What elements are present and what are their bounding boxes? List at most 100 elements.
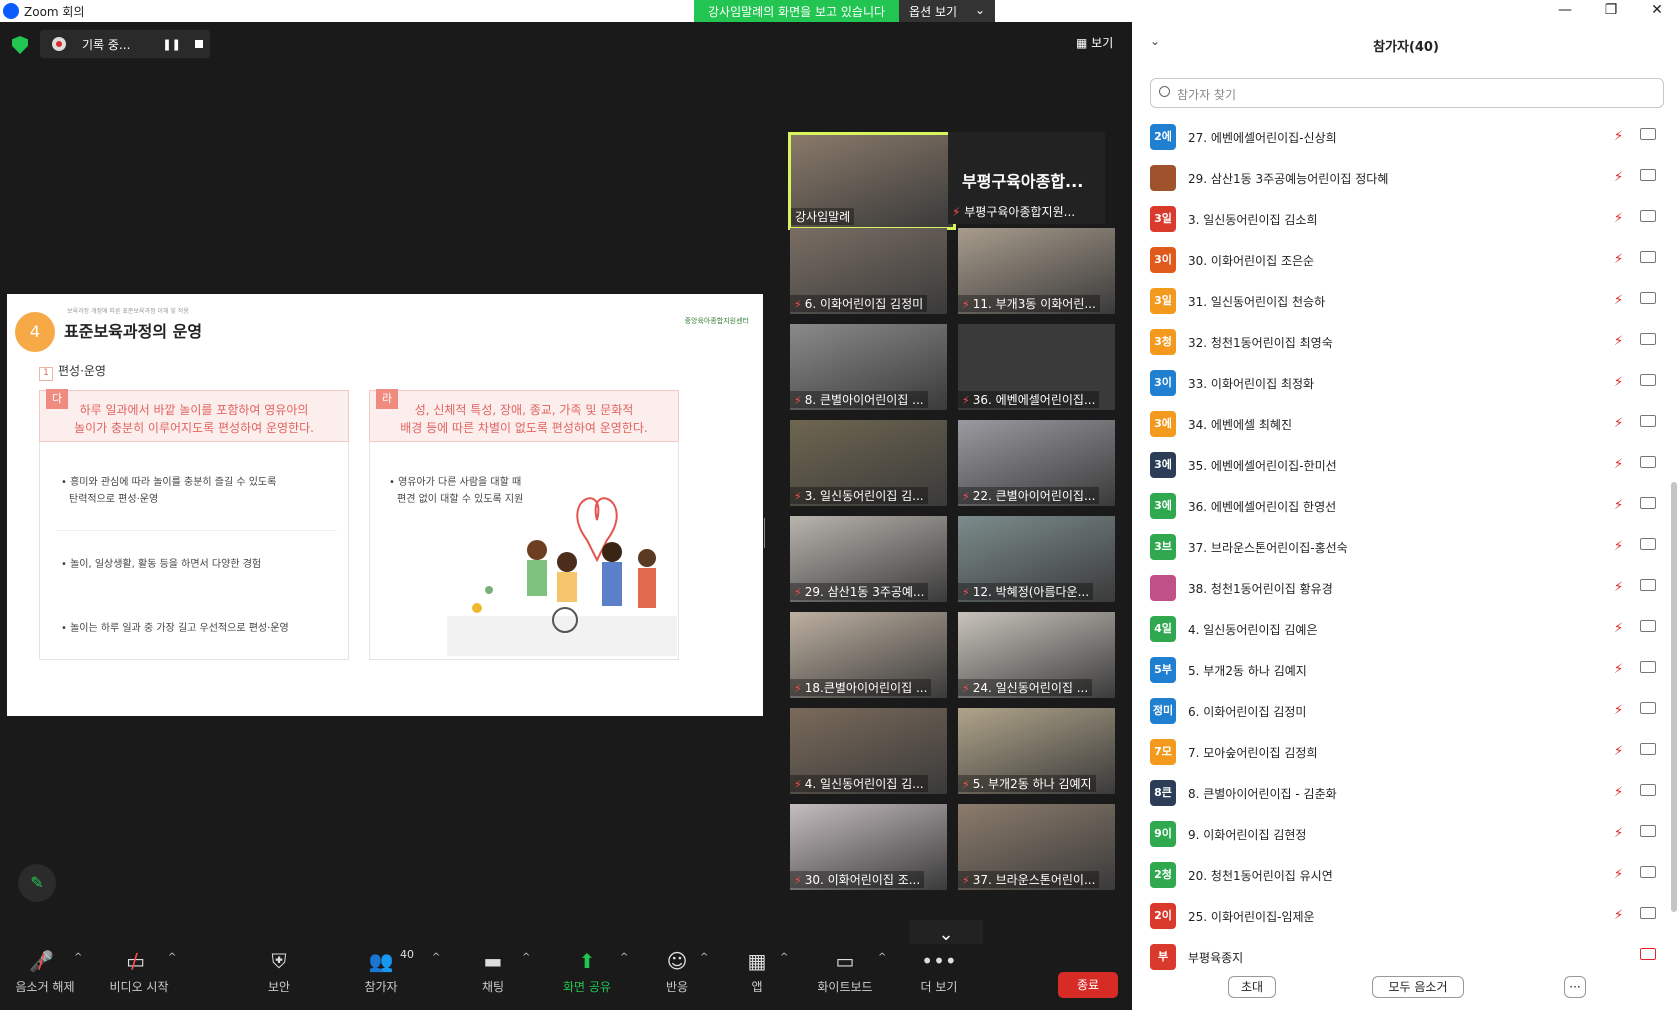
reactions-button[interactable]: ☺ 반응 [632, 944, 722, 995]
stop-recording-icon[interactable] [194, 40, 203, 48]
video-tile[interactable]: ⚡ 37. 브라운스톤어린이... [958, 804, 1115, 890]
avatar: 3브 [1150, 534, 1176, 560]
video-tile[interactable]: ⚡ 29. 삼산1동 3주공예... [790, 516, 947, 602]
video-tile[interactable]: 강사임말례 [788, 132, 956, 230]
participant-row[interactable]: 정미 6. 이화어린이집 김정미 ⚡ [1150, 690, 1660, 731]
tile-name-text: 29. 삼산1동 3주공예... [804, 585, 925, 599]
camera-icon [1640, 210, 1656, 222]
participant-search-input[interactable]: 참가자 찾기 [1150, 78, 1664, 108]
video-tile[interactable]: ⚡ 30. 이화어린이집 조... [790, 804, 947, 890]
invite-button[interactable]: 초대 [1228, 976, 1276, 998]
video-tile-name-only[interactable]: 부평구육아종합... ⚡ 부평구육아종합지원... [948, 132, 1105, 224]
mic-muted-icon: ⚡ [1614, 703, 1624, 718]
participant-row[interactable]: 3에 34. 에벤에셀 최혜진 ⚡ [1150, 403, 1660, 444]
more-button[interactable]: ••• 더 보기 [894, 944, 984, 995]
subheading-number: 1 [39, 367, 53, 381]
video-tile[interactable]: ⚡ 18.큰별아이어린이집 ... [790, 612, 947, 698]
tile-name-text: 18.큰별아이어린이집 ... [804, 681, 928, 695]
encryption-shield-icon[interactable] [12, 36, 28, 54]
participant-row[interactable]: 38. 청천1동어린이집 황유경 ⚡ [1150, 567, 1660, 608]
mic-muted-icon: ⚡ [1614, 211, 1624, 226]
tile-label: 부평구육아종합지원... [964, 205, 1076, 219]
apps-button[interactable]: ▦ 앱 [712, 944, 802, 995]
participants-panel: ⌄ 참가자(40) 참가자 찾기 2에 27. 에벤에셀어린이집-신상희 ⚡ 29. … [1132, 22, 1680, 1010]
unmute-label: 음소거 해제 [15, 980, 75, 994]
participant-row[interactable]: 8큰 8. 큰별아이어린이집 - 김춘화 ⚡ [1150, 772, 1660, 813]
share-screen-button[interactable]: ⬆ 화면 공유 [542, 944, 632, 995]
video-tile[interactable]: ⚡ 11. 부개3동 이화어린... [958, 228, 1115, 314]
participant-row[interactable]: 3에 36. 에벤에셀어린이집 한영선 ⚡ [1150, 485, 1660, 526]
mic-muted-icon: ⚡ [1614, 785, 1624, 800]
view-options-button[interactable]: 옵션 보기 ⌄ [899, 0, 996, 22]
tile-name-label: ⚡ 30. 이화어린이집 조... [790, 871, 925, 888]
participant-list-scrollbar[interactable] [1671, 482, 1677, 912]
camera-icon [1640, 374, 1656, 386]
participant-row[interactable]: 5부 5. 부개2동 하나 김예지 ⚡ [1150, 649, 1660, 690]
apps-caret[interactable]: ^ [780, 952, 788, 963]
tile-name-text: 36. 에벤에셀어린이집... [972, 393, 1096, 407]
mic-muted-icon: ⚡ [952, 205, 961, 219]
tile-name-label: ⚡ 36. 에벤에셀어린이집... [958, 391, 1100, 408]
participant-name: 35. 에벤에셀어린이집-한미선 [1188, 459, 1337, 473]
end-meeting-button[interactable]: 종료 [1058, 972, 1118, 998]
mic-muted-icon: ⚡ [794, 490, 802, 503]
minimize-button[interactable]: — [1542, 0, 1588, 22]
participant-row[interactable]: 3브 37. 브라운스톤어린이집-홍선숙 ⚡ [1150, 526, 1660, 567]
mic-muted-icon: ⚡ [962, 490, 970, 503]
video-tile[interactable]: ⚡ 36. 에벤에셀어린이집... [958, 324, 1115, 410]
video-tile[interactable]: ⚡ 12. 박혜정(아름다운... [958, 516, 1115, 602]
whiteboard-caret[interactable]: ^ [878, 952, 886, 963]
video-tile[interactable]: ⚡ 6. 이화어린이집 김정미 [790, 228, 947, 314]
avatar: 8큰 [1150, 780, 1176, 806]
tile-name-text: 30. 이화어린이집 조... [804, 873, 921, 887]
participant-row[interactable]: 2청 20. 청천1동어린이집 유시연 ⚡ [1150, 854, 1660, 895]
camera-icon [1640, 866, 1656, 878]
participant-row[interactable]: 3에 35. 에벤에셀어린이집-한미선 ⚡ [1150, 444, 1660, 485]
mute-all-button[interactable]: 모두 음소거 [1372, 976, 1464, 998]
reactions-caret[interactable]: ^ [700, 952, 708, 963]
close-button[interactable]: ✕ [1634, 0, 1680, 22]
more-options-button[interactable]: ··· [1564, 976, 1586, 998]
tile-name-label: ⚡ 4. 일신동어린이집 김... [790, 775, 928, 792]
video-options-caret[interactable]: ^ [168, 952, 176, 963]
video-tile[interactable]: ⚡ 22. 큰별아이어린이집... [958, 420, 1115, 506]
participant-row[interactable]: 3일 31. 일신동어린이집 천승하 ⚡ [1150, 280, 1660, 321]
tile-name-text: 8. 큰별아이어린이집 ... [804, 393, 924, 407]
participant-row[interactable]: 2이 25. 이화어린이집-임제운 ⚡ [1150, 895, 1660, 936]
window-title: Zoom 회의 [24, 5, 85, 19]
right-banner-tag: 라 [376, 389, 398, 409]
participant-row[interactable]: 3이 33. 이화어린이집 최정화 ⚡ [1150, 362, 1660, 403]
participant-row[interactable]: 2에 27. 에벤에셀어린이집-신상희 ⚡ [1150, 116, 1660, 157]
avatar: 4일 [1150, 616, 1176, 642]
video-tile[interactable]: ⚡ 3. 일신동어린이집 김... [790, 420, 947, 506]
tile-name-label: ⚡ 22. 큰별아이어린이집... [958, 487, 1100, 504]
avatar: 정미 [1150, 698, 1176, 724]
annotate-pencil-icon[interactable]: ✎ [18, 864, 56, 902]
participants-title: 참가자(40) [1373, 40, 1439, 55]
video-tile[interactable]: ⚡ 24. 일신동어린이집 ... [958, 612, 1115, 698]
participant-count: 40 [400, 948, 414, 961]
participant-row[interactable]: 7모 7. 모아숲어린이집 김정희 ⚡ [1150, 731, 1660, 772]
view-button[interactable]: ▦ 보기 [1076, 34, 1113, 51]
chat-caret[interactable]: ^ [522, 952, 530, 963]
apps-icon: ▦ [747, 949, 767, 973]
video-tile[interactable]: ⚡ 5. 부개2동 하나 김예지 [958, 708, 1115, 794]
avatar: 2청 [1150, 862, 1176, 888]
audio-options-caret[interactable]: ^ [74, 952, 82, 963]
whiteboard-button[interactable]: ▭ 화이트보드 [800, 944, 890, 995]
restore-button[interactable]: ❐ [1588, 0, 1634, 22]
participant-row[interactable]: 29. 삼산1동 3주공예능어린이집 정다혜 ⚡ [1150, 157, 1660, 198]
security-button[interactable]: ⛨ 보안 [234, 944, 324, 995]
participant-row[interactable]: 3이 30. 이화어린이집 조은순 ⚡ [1150, 239, 1660, 280]
participant-row[interactable]: 9이 9. 이화어린이집 김현정 ⚡ [1150, 813, 1660, 854]
participant-row[interactable]: 3청 32. 청천1동어린이집 최영숙 ⚡ [1150, 321, 1660, 362]
share-caret[interactable]: ^ [620, 952, 628, 963]
participant-row[interactable]: 3일 3. 일신동어린이집 김소희 ⚡ [1150, 198, 1660, 239]
pause-recording-icon[interactable]: ❚❚ [162, 38, 180, 51]
video-tile[interactable]: ⚡ 8. 큰별아이어린이집 ... [790, 324, 947, 410]
camera-off-icon [1640, 948, 1656, 960]
participants-caret[interactable]: ^ [432, 952, 440, 963]
participant-row[interactable]: 4일 4. 일신동어린이집 김예은 ⚡ [1150, 608, 1660, 649]
video-tile[interactable]: ⚡ 4. 일신동어린이집 김... [790, 708, 947, 794]
share-banner: 강사임말례의 화면을 보고 있습니다 옵션 보기 ⌄ [694, 0, 996, 22]
